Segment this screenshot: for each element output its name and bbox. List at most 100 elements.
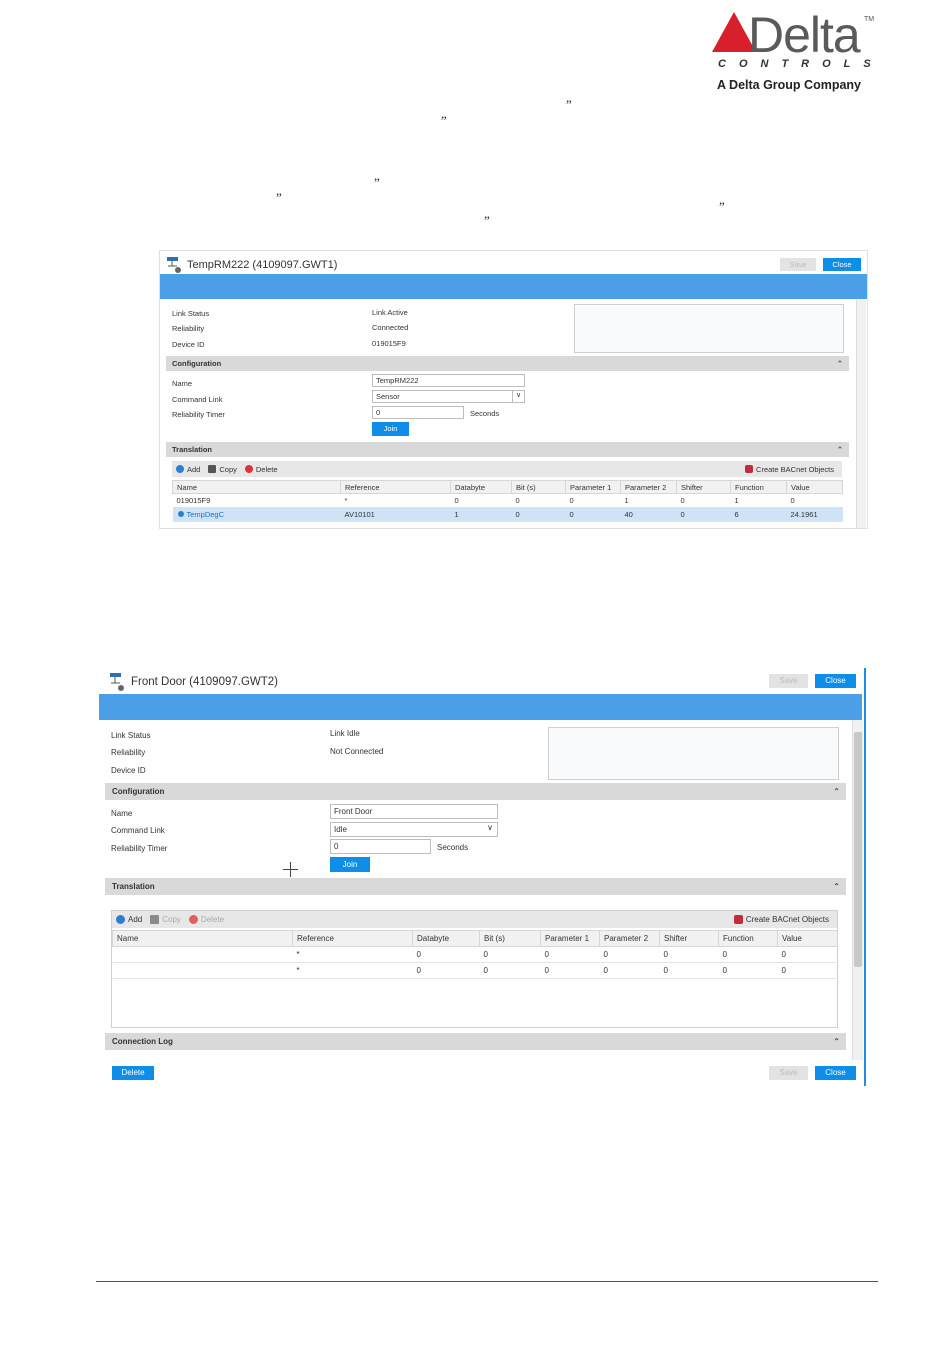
- column-header[interactable]: Parameter 2: [599, 930, 660, 947]
- column-header[interactable]: Value: [786, 480, 843, 494]
- table-row[interactable]: 019015F9 * 0 0 0 1 0 1 0: [172, 493, 843, 508]
- chevron-down-icon[interactable]: ∨: [484, 823, 496, 836]
- table-cell: 1: [620, 493, 677, 508]
- column-header[interactable]: Parameter 1: [540, 930, 600, 947]
- table-cell: [112, 962, 293, 979]
- column-header[interactable]: Name: [172, 480, 341, 494]
- translation-toolbar: Add Copy Delete Create BACnet Objects: [112, 911, 837, 928]
- gateway-device-icon: [110, 673, 124, 691]
- join-button[interactable]: Join: [330, 857, 370, 872]
- logo-controls-text: CONTROLS: [718, 58, 884, 70]
- logo-wordmark: Delta: [748, 7, 861, 63]
- column-header[interactable]: Bit (s): [479, 930, 541, 947]
- collapse-chevron-icon[interactable]: ⌃: [833, 787, 840, 796]
- gateway-window-front-door: Front Door (4109097.GWT2) Save Close Lin…: [99, 668, 866, 1086]
- command-link-value: Idle: [334, 825, 347, 834]
- save-button[interactable]: Save: [769, 674, 808, 688]
- translation-header-label: Translation: [172, 445, 213, 454]
- name-input[interactable]: TempRM222: [372, 374, 525, 387]
- column-header[interactable]: Reference: [340, 480, 451, 494]
- save-button[interactable]: Save: [780, 258, 816, 271]
- delete-label: Delete: [255, 464, 278, 474]
- table-cell: 0: [540, 962, 600, 979]
- table-cell: 1: [450, 507, 512, 522]
- collapse-chevron-icon[interactable]: ⌃: [837, 445, 843, 454]
- link-status-value: Link Idle: [330, 729, 360, 738]
- seconds-label: Seconds: [437, 843, 469, 852]
- table-row[interactable]: * 0 0 0 0 0 0 0: [112, 946, 838, 963]
- command-link-label: Command Link: [111, 826, 165, 835]
- table-cell: 0: [540, 946, 600, 963]
- window-title-bar: TempRM222 (4109097.GWT1): [166, 255, 337, 275]
- table-cell: 0: [777, 946, 838, 963]
- table-cell: 1: [730, 493, 787, 508]
- table-cell: 0: [450, 493, 512, 508]
- delete-button[interactable]: Delete: [244, 464, 278, 474]
- join-button[interactable]: Join: [372, 422, 409, 436]
- add-label: Add: [187, 464, 201, 474]
- column-header[interactable]: Reference: [292, 930, 413, 947]
- command-link-select[interactable]: Idle ∨: [330, 822, 498, 837]
- copy-label: Copy: [162, 915, 181, 924]
- table-cell: 0: [676, 493, 731, 508]
- device-id-value: 019015F9: [372, 339, 406, 348]
- column-header[interactable]: Parameter 1: [565, 480, 621, 494]
- quote-mark: ”: [484, 213, 490, 228]
- table-cell: 0: [412, 946, 480, 963]
- name-input[interactable]: Front Door: [330, 804, 498, 819]
- close-button[interactable]: Close: [815, 674, 856, 688]
- column-header[interactable]: Function: [730, 480, 787, 494]
- translation-section-header[interactable]: Translation ⌃: [166, 442, 849, 457]
- copy-button[interactable]: Copy: [208, 465, 237, 474]
- collapse-chevron-icon[interactable]: ⌃: [837, 359, 843, 368]
- connection-log-section-header[interactable]: Connection Log ⌃: [105, 1033, 846, 1050]
- status-info-box: [548, 727, 839, 780]
- create-bacnet-label: Create BACnet Objects: [745, 915, 829, 924]
- column-header[interactable]: Databyte: [450, 480, 512, 494]
- chevron-down-icon[interactable]: ∨: [512, 391, 524, 402]
- column-header[interactable]: Shifter: [659, 930, 719, 947]
- delete-button[interactable]: Delete: [188, 915, 224, 924]
- column-header[interactable]: Value: [777, 930, 838, 947]
- table-cell: 0: [786, 493, 843, 508]
- add-button[interactable]: Add: [176, 465, 200, 474]
- reliability-timer-input[interactable]: 0: [372, 406, 464, 419]
- reliability-timer-input[interactable]: 0: [330, 839, 431, 854]
- column-header[interactable]: Name: [112, 930, 293, 947]
- column-header[interactable]: Function: [718, 930, 778, 947]
- close-button[interactable]: Close: [823, 258, 861, 271]
- add-button[interactable]: Add: [116, 915, 142, 924]
- table-row[interactable]: TempDegC AV10101 1 0 0 40 0 6 24.1961: [172, 507, 843, 522]
- create-bacnet-objects-button[interactable]: Create BACnet Objects: [733, 915, 829, 924]
- translation-section-header[interactable]: Translation ⌃: [105, 878, 846, 895]
- reliability-timer-label: Reliability Timer: [172, 410, 225, 419]
- delete-gateway-button[interactable]: Delete: [112, 1066, 154, 1080]
- reliability-value: Not Connected: [330, 747, 384, 756]
- collapse-chevron-icon[interactable]: ⌃: [833, 1037, 840, 1046]
- configuration-header-label: Configuration: [172, 359, 222, 368]
- collapse-chevron-icon[interactable]: ⌃: [833, 882, 840, 891]
- table-row[interactable]: * 0 0 0 0 0 0 0: [112, 962, 838, 979]
- scrollbar-thumb[interactable]: [854, 732, 862, 967]
- column-header[interactable]: Shifter: [676, 480, 731, 494]
- copy-icon: [208, 465, 217, 473]
- device-id-label: Device ID: [172, 340, 205, 349]
- column-header[interactable]: Parameter 2: [620, 480, 677, 494]
- copy-button[interactable]: Copy: [150, 915, 181, 924]
- command-link-label: Command Link: [172, 395, 223, 404]
- save-button-bottom[interactable]: Save: [769, 1066, 808, 1080]
- link-status-value: Link Active: [372, 308, 408, 317]
- command-link-select[interactable]: Sensor ∨: [372, 390, 525, 403]
- add-label: Add: [128, 915, 143, 924]
- column-header[interactable]: Bit (s): [511, 480, 566, 494]
- reliability-label: Reliability: [172, 324, 205, 333]
- device-id-label: Device ID: [111, 766, 146, 775]
- create-bacnet-objects-button[interactable]: Create BACnet Objects: [745, 465, 834, 474]
- vertical-scrollbar[interactable]: [856, 299, 866, 528]
- configuration-section-header[interactable]: Configuration ⌃: [105, 783, 846, 800]
- column-header[interactable]: Databyte: [412, 930, 480, 947]
- vertical-scrollbar[interactable]: [852, 720, 863, 1060]
- close-button-bottom[interactable]: Close: [815, 1066, 856, 1080]
- add-icon: [176, 465, 184, 473]
- configuration-section-header[interactable]: Configuration ⌃: [166, 356, 849, 371]
